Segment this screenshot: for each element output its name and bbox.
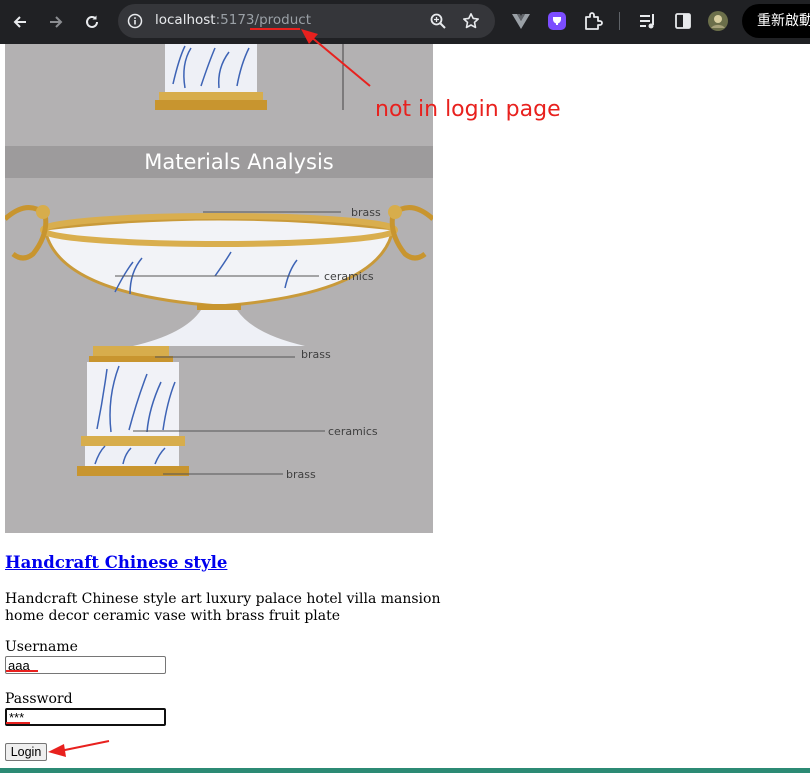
password-label: Password xyxy=(5,691,73,707)
image-label-brass-foot: brass xyxy=(286,468,316,481)
address-bar[interactable]: localhost:5173/product xyxy=(118,4,495,38)
image-label-ceramics-base: ceramics xyxy=(328,425,378,438)
image-label-brass-neck: brass xyxy=(301,348,331,361)
url-text: localhost:5173/product xyxy=(155,12,311,28)
reload-icon xyxy=(86,15,98,28)
media-control-icon xyxy=(640,14,654,29)
side-panel-button[interactable] xyxy=(671,9,695,33)
side-panel-icon xyxy=(675,13,691,29)
extension-purple-icon xyxy=(548,12,566,30)
username-label: Username xyxy=(5,639,78,655)
url-host: localhost xyxy=(155,12,216,28)
password-input[interactable] xyxy=(5,708,166,726)
product-description: Handcraft Chinese style art luxury palac… xyxy=(5,591,441,624)
back-arrow-icon xyxy=(13,16,26,28)
relaunch-button[interactable]: 重新啟動 xyxy=(742,4,810,38)
reload-button[interactable] xyxy=(78,8,106,36)
site-info-icon xyxy=(127,13,143,29)
extensions-puzzle-icon xyxy=(585,12,603,30)
extensions-button[interactable] xyxy=(581,9,605,33)
media-control-button[interactable] xyxy=(636,9,660,33)
url-path: /product xyxy=(254,12,311,28)
product-image: Materials Analysis brass ceramics brass … xyxy=(5,44,433,533)
login-arrow-line xyxy=(59,740,110,752)
product-title-link[interactable]: Handcraft Chinese style xyxy=(5,553,227,572)
forward-button[interactable] xyxy=(42,8,70,36)
zoom-icon[interactable] xyxy=(429,12,447,30)
image-heading: Materials Analysis xyxy=(144,150,333,174)
toolbar-separator xyxy=(619,12,620,30)
login-button[interactable]: Login xyxy=(5,743,47,761)
browser-toolbar: localhost:5173/product 重新啟動 xyxy=(0,0,810,44)
back-button[interactable] xyxy=(6,8,34,36)
annotation-note: not in login page xyxy=(375,97,561,122)
vue-devtools-icon xyxy=(512,14,530,29)
image-label-brass-top: brass xyxy=(351,206,381,219)
profile-avatar-icon xyxy=(708,11,728,31)
bookmark-star-icon[interactable] xyxy=(462,12,480,30)
username-input[interactable] xyxy=(5,656,166,674)
bottom-strip xyxy=(0,768,810,773)
forward-arrow-icon xyxy=(50,16,63,28)
vue-devtools-button[interactable] xyxy=(509,9,533,33)
purple-extension-button[interactable] xyxy=(545,9,569,33)
image-label-ceramics-bowl: ceramics xyxy=(324,270,374,283)
url-port: :5173 xyxy=(215,12,255,28)
profile-avatar-button[interactable] xyxy=(706,9,730,33)
login-arrow-head xyxy=(48,744,66,757)
